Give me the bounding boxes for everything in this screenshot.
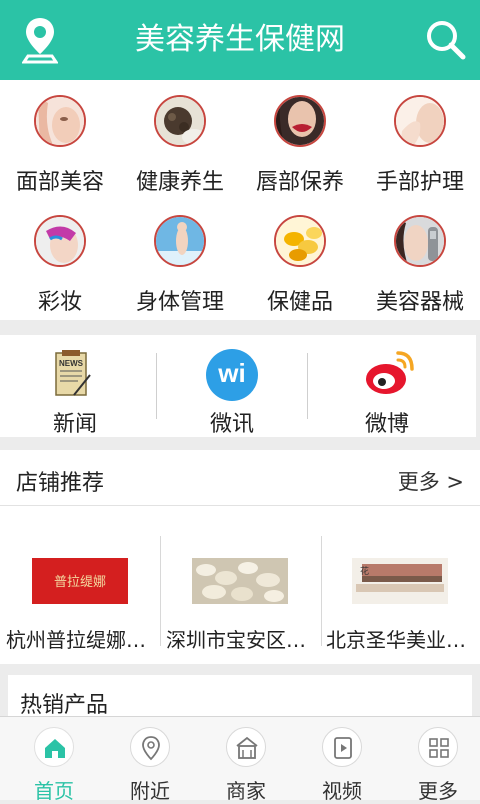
- section-title: 热销产品: [20, 693, 109, 718]
- category-supplement[interactable]: 保健品: [240, 200, 360, 320]
- svg-text:花: 花: [360, 565, 369, 577]
- category-health[interactable]: 健康养生: [120, 80, 240, 200]
- category-label: 美容器械: [375, 290, 464, 315]
- supplement-icon: [274, 215, 326, 267]
- grid-icon: [418, 727, 458, 767]
- section-title: 店铺推荐: [16, 471, 105, 496]
- category-label: 唇部保养: [255, 170, 344, 195]
- app-header: 美容养生保健网: [0, 0, 480, 80]
- app-title: 美容养生保健网: [135, 22, 345, 57]
- nearby-pin-icon: [130, 727, 170, 767]
- tab-home[interactable]: 首页: [6, 717, 102, 803]
- shop-image: 花: [352, 558, 448, 604]
- shop-card[interactable]: 普拉缇娜 杭州普拉缇娜…: [0, 538, 160, 658]
- shop-name: 深圳市宝安区…: [166, 628, 306, 652]
- category-grid: 面部美容 健康养生 唇部保养 手部护理 彩妆 身体管理 保健品 美容器械: [0, 80, 480, 320]
- shop-name: 杭州普拉缇娜…: [6, 628, 146, 652]
- category-hand-care[interactable]: 手部护理: [360, 80, 480, 200]
- section-header: 店铺推荐 更多 >: [0, 450, 480, 506]
- face-beauty-icon: [34, 95, 86, 147]
- tab-store[interactable]: 商家: [198, 717, 294, 803]
- category-body[interactable]: 身体管理: [120, 200, 240, 320]
- weixun-badge: wi: [218, 358, 246, 388]
- quick-weibo[interactable]: 微博: [312, 335, 462, 437]
- category-makeup[interactable]: 彩妆: [0, 200, 120, 320]
- quick-news[interactable]: NEWS 新闻: [0, 335, 150, 437]
- hand-care-icon: [394, 95, 446, 147]
- category-label: 彩妆: [37, 290, 82, 315]
- health-icon: [154, 95, 206, 147]
- category-lips[interactable]: 唇部保养: [240, 80, 360, 200]
- makeup-icon: [34, 215, 86, 267]
- weixun-icon: wi: [206, 349, 258, 401]
- tab-nearby[interactable]: 附近: [102, 717, 198, 803]
- quick-weixun[interactable]: wi 微讯: [157, 335, 307, 437]
- category-label: 身体管理: [135, 290, 224, 315]
- category-label: 保健品: [266, 290, 333, 315]
- tab-more[interactable]: 更多: [390, 717, 480, 803]
- category-label: 手部护理: [375, 170, 464, 195]
- shop-card[interactable]: 深圳市宝安区…: [160, 538, 320, 658]
- more-link[interactable]: 更多 >: [398, 466, 464, 496]
- tab-video[interactable]: 视频: [294, 717, 390, 803]
- divider: [307, 353, 308, 419]
- quick-links: NEWS 新闻 wi 微讯 微博: [0, 335, 476, 437]
- category-label: 面部美容: [15, 170, 104, 195]
- shop-recommendations: 店铺推荐 更多 > 普拉缇娜 杭州普拉缇娜… 深圳市宝安区… 花 北京圣华美业…: [0, 450, 480, 664]
- category-label: 健康养生: [135, 170, 224, 195]
- category-face-beauty[interactable]: 面部美容: [0, 80, 120, 200]
- device-icon: [394, 215, 446, 267]
- shop-image: [192, 558, 288, 604]
- quick-label: 新闻: [52, 412, 97, 437]
- home-icon: [34, 727, 74, 767]
- shop-logo-text: 普拉缇娜: [53, 575, 106, 590]
- news-icon: NEWS: [55, 350, 91, 396]
- shop-name: 北京圣华美业…: [326, 628, 466, 652]
- shop-card[interactable]: 花 北京圣华美业…: [320, 538, 480, 658]
- category-device[interactable]: 美容器械: [360, 200, 480, 320]
- store-icon: [226, 727, 266, 767]
- svg-text:NEWS: NEWS: [59, 359, 84, 368]
- quick-label: 微讯: [209, 412, 254, 437]
- weibo-icon: [366, 351, 414, 394]
- quick-label: 微博: [364, 412, 409, 437]
- bottom-tab-bar: 首页 附近 商家 视频 更多: [0, 716, 480, 803]
- shop-logo: 普拉缇娜: [32, 558, 128, 604]
- lips-icon: [274, 95, 326, 147]
- search-icon[interactable]: [424, 18, 466, 60]
- body-icon: [154, 215, 206, 267]
- video-icon: [322, 727, 362, 767]
